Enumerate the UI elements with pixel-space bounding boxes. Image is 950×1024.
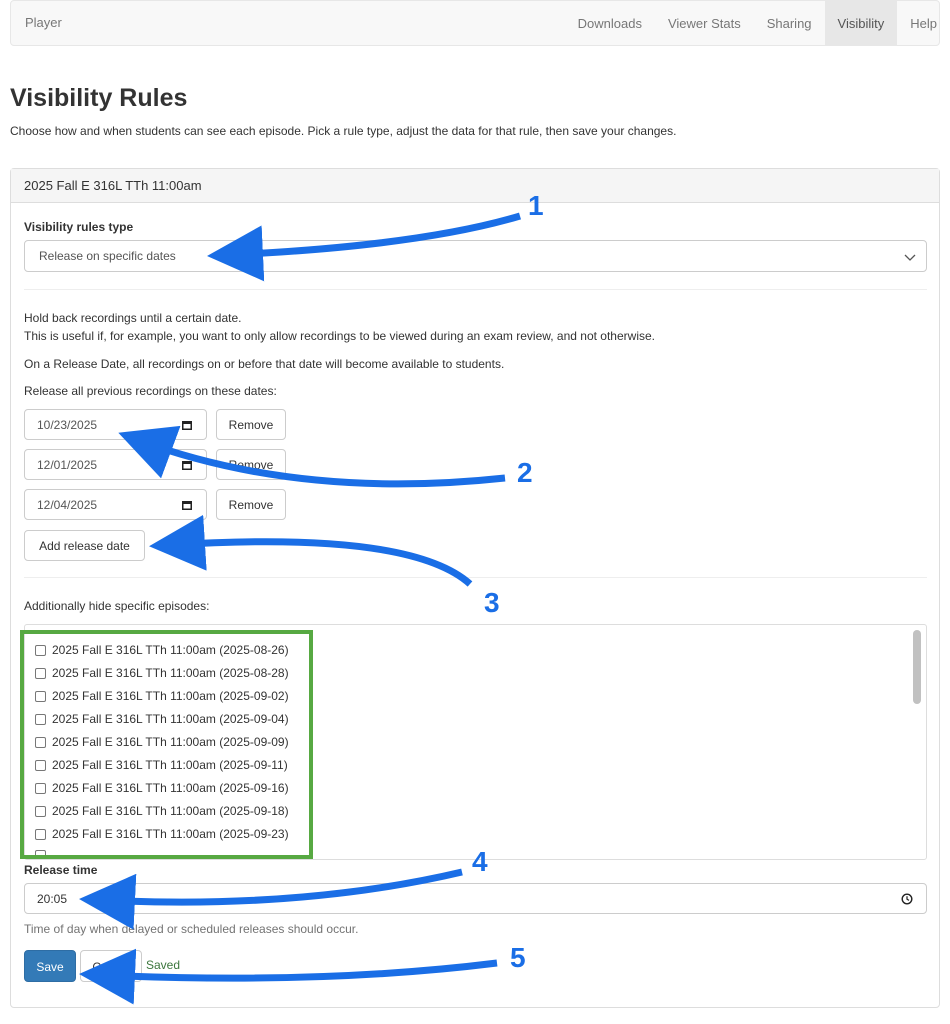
description-line-2: This is useful if, for example, you want…: [24, 329, 655, 343]
page-title: Visibility Rules: [10, 84, 188, 112]
release-date-input[interactable]: 12/04/2025: [24, 489, 207, 520]
calendar-icon[interactable]: [181, 419, 193, 431]
release-date-value: 10/23/2025: [37, 418, 98, 432]
visibility-panel: 2025 Fall E 316L TTh 11:00am Visibility …: [10, 168, 940, 1008]
release-time-help: Time of day when delayed or scheduled re…: [24, 922, 359, 936]
description-line-3: On a Release Date, all recordings on or …: [24, 357, 505, 371]
release-date-input[interactable]: 10/23/2025: [24, 409, 207, 440]
nav-item-downloads[interactable]: Downloads: [565, 1, 655, 45]
navbar-items: Downloads Viewer Stats Sharing Visibilit…: [565, 1, 939, 45]
divider: [24, 289, 927, 290]
release-date-value: 12/04/2025: [37, 498, 98, 512]
release-date-value: 12/01/2025: [37, 458, 98, 472]
rules-type-label: Visibility rules type: [24, 220, 134, 234]
panel-heading: 2025 Fall E 316L TTh 11:00am: [11, 169, 939, 203]
nav-item-visibility[interactable]: Visibility: [824, 1, 898, 45]
page-intro: Choose how and when students can see eac…: [10, 124, 677, 138]
remove-date-button[interactable]: Remove: [216, 409, 286, 440]
chevron-down-icon: [904, 254, 916, 261]
nav-item-viewer-stats[interactable]: Viewer Stats: [655, 1, 754, 45]
save-button[interactable]: Save: [24, 950, 76, 982]
callout-number-2: 2: [517, 457, 533, 488]
cancel-button[interactable]: Cancel: [80, 950, 142, 982]
rules-type-value: Release on specific dates: [39, 249, 176, 263]
nav-item-sharing[interactable]: Sharing: [754, 1, 825, 45]
add-release-date-button[interactable]: Add release date: [24, 530, 145, 561]
release-time-input[interactable]: 20:05: [24, 883, 927, 914]
remove-date-button[interactable]: Remove: [216, 489, 286, 520]
calendar-icon[interactable]: [181, 499, 193, 511]
release-time-label: Release time: [24, 863, 98, 877]
episode-list-scrollbar[interactable]: [910, 627, 924, 857]
hide-episodes-label: Additionally hide specific episodes:: [24, 599, 210, 613]
description-line-1: Hold back recordings until a certain dat…: [24, 311, 242, 325]
navbar-brand[interactable]: Player: [25, 15, 62, 30]
top-navbar: Player Downloads Viewer Stats Sharing Vi…: [10, 0, 940, 46]
callout-number-1: 1: [528, 190, 544, 221]
clock-icon[interactable]: [901, 893, 913, 905]
callout-number-4: 4: [472, 846, 488, 877]
release-time-value: 20:05: [37, 892, 68, 906]
saved-status: Saved: [146, 958, 181, 972]
callout-number-3: 3: [484, 587, 500, 618]
divider: [24, 577, 927, 578]
rules-type-select[interactable]: Release on specific dates: [24, 240, 927, 272]
nav-item-help[interactable]: Help: [897, 1, 939, 45]
callout-number-5: 5: [510, 942, 526, 973]
scrollbar-thumb[interactable]: [913, 630, 921, 704]
remove-date-button[interactable]: Remove: [216, 449, 286, 480]
release-dates-label: Release all previous recordings on these…: [24, 384, 277, 398]
calendar-icon[interactable]: [181, 459, 193, 471]
episode-highlight-box: [20, 630, 313, 859]
release-date-input[interactable]: 12/01/2025: [24, 449, 207, 480]
